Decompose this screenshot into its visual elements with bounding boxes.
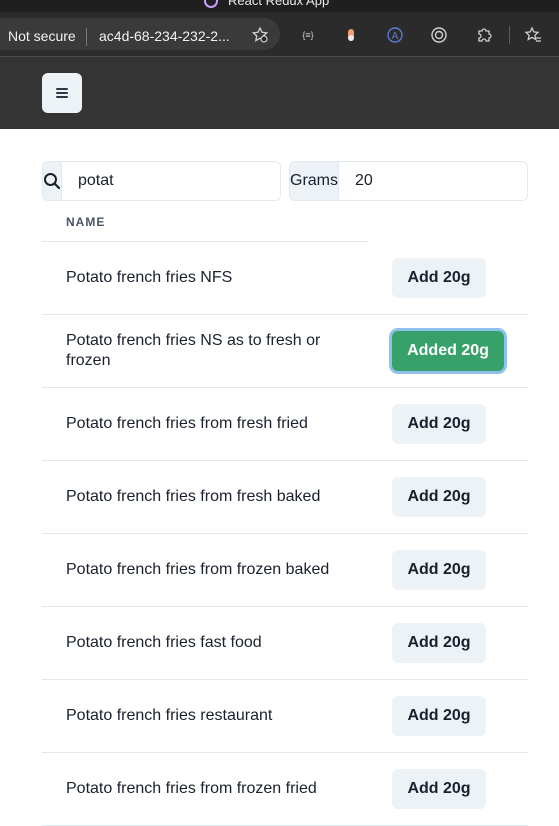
browser-address-bar: Not secure ac4d-68-234-232-2... {≡} A bbox=[0, 12, 559, 56]
extensions-puzzle-icon[interactable] bbox=[475, 26, 493, 44]
tab-favicon-icon bbox=[204, 0, 218, 8]
grams-input-group: Grams bbox=[289, 161, 528, 201]
food-name: Potato french fries from fresh baked bbox=[66, 488, 321, 505]
extension-capsule-icon[interactable] bbox=[342, 26, 360, 44]
add-button[interactable]: Add 20g bbox=[392, 769, 486, 809]
food-name: Potato french fries NS as to fresh or fr… bbox=[66, 332, 321, 369]
table-row: Potato french fries from fresh baked Add… bbox=[42, 461, 528, 534]
column-header-name: NAME bbox=[66, 215, 106, 229]
svg-text:A: A bbox=[392, 31, 399, 42]
search-input-group bbox=[42, 161, 281, 201]
extension-json-icon[interactable]: {≡} bbox=[299, 26, 317, 44]
extension-target-icon[interactable] bbox=[430, 26, 448, 44]
table-row: Potato french fries from frozen fried Ad… bbox=[42, 753, 528, 826]
food-name: Potato french fries from frozen baked bbox=[66, 561, 330, 578]
table-row: Potato french fries restaurant Add 20g bbox=[42, 680, 528, 753]
menu-button[interactable] bbox=[42, 73, 82, 113]
add-button[interactable]: Add 20g bbox=[392, 696, 486, 736]
food-name: Potato french fries from fresh fried bbox=[66, 415, 308, 432]
tab-title[interactable]: React Redux App bbox=[228, 0, 329, 8]
search-addon bbox=[43, 162, 62, 200]
food-name: Potato french fries fast food bbox=[66, 634, 262, 651]
food-name: Potato french fries restaurant bbox=[66, 707, 273, 724]
hamburger-icon bbox=[56, 88, 68, 98]
app-header bbox=[0, 57, 559, 129]
bookmark-star-icon[interactable] bbox=[251, 26, 269, 44]
added-button[interactable]: Added 20g bbox=[392, 331, 504, 371]
table-row: Potato french fries NFS Add 20g bbox=[42, 242, 528, 315]
table-row: Potato french fries NS as to fresh or fr… bbox=[42, 315, 528, 388]
search-icon bbox=[44, 173, 61, 190]
grams-label: Grams bbox=[290, 162, 339, 200]
add-button[interactable]: Add 20g bbox=[392, 404, 486, 444]
toolbar-divider bbox=[509, 26, 510, 44]
food-table-body: Potato french fries NFS Add 20g Potato f… bbox=[42, 242, 528, 826]
add-button[interactable]: Add 20g bbox=[392, 550, 486, 590]
grams-input[interactable] bbox=[339, 162, 527, 200]
security-indicator[interactable]: Not secure bbox=[8, 28, 76, 44]
url-text[interactable]: ac4d-68-234-232-2... bbox=[99, 28, 239, 44]
add-button[interactable]: Add 20g bbox=[392, 258, 486, 298]
table-header: NAME bbox=[42, 203, 368, 242]
browser-tab-strip: React Redux App bbox=[0, 0, 559, 12]
table-row: Potato french fries from fresh fried Add… bbox=[42, 388, 528, 461]
food-name: Potato french fries from frozen fried bbox=[66, 780, 317, 797]
table-row: Potato french fries from frozen baked Ad… bbox=[42, 534, 528, 607]
favorites-icon[interactable] bbox=[524, 26, 542, 44]
add-button[interactable]: Add 20g bbox=[392, 477, 486, 517]
add-button[interactable]: Add 20g bbox=[392, 623, 486, 663]
extension-a-icon[interactable]: A bbox=[386, 26, 404, 44]
omnibox-divider bbox=[86, 28, 87, 46]
search-input[interactable] bbox=[62, 162, 280, 200]
table-row: Potato french fries fast food Add 20g bbox=[42, 607, 528, 680]
food-name: Potato french fries NFS bbox=[66, 269, 233, 286]
